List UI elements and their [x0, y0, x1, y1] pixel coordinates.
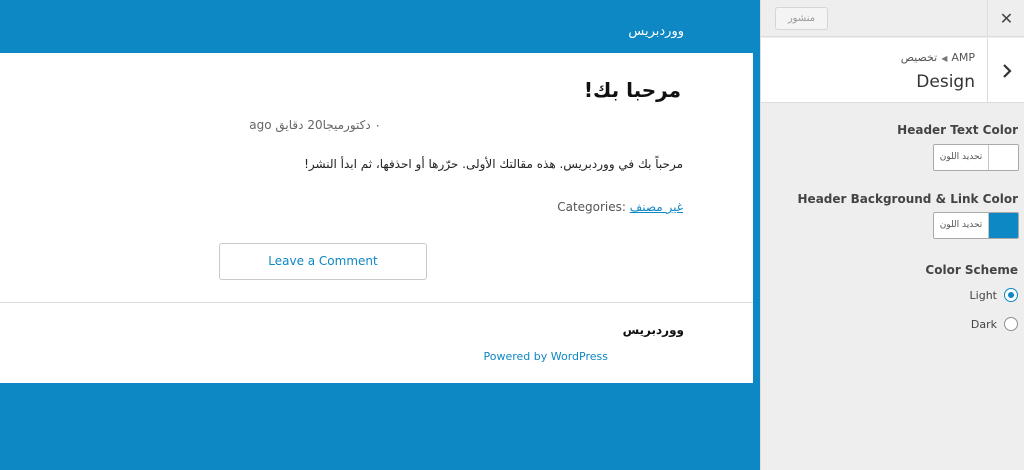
chevron-right-icon[interactable] — [987, 38, 1024, 103]
color-scheme-option-light[interactable]: Light — [970, 287, 1018, 303]
radio-label: Dark — [970, 317, 997, 331]
color-swatch — [989, 213, 1018, 238]
radio-button[interactable] — [1004, 288, 1018, 302]
header-text-color-label: Header Text Color — [897, 123, 1018, 137]
site-preview: ووردبريس مرحبا بك! ٠ دكتورميجا20 دقايق a… — [0, 0, 760, 470]
radio-button[interactable] — [1004, 317, 1018, 331]
header-bg-link-color-picker[interactable]: تحديد اللون — [933, 212, 1019, 239]
radio-label: Light — [969, 288, 997, 302]
breadcrumb-separator-icon: ◀ — [941, 54, 948, 63]
header-text-color-picker[interactable]: تحديد اللون — [933, 144, 1019, 171]
powered-by-link[interactable]: Powered by WordPress — [484, 350, 608, 364]
color-scheme-option-dark[interactable]: Dark — [971, 316, 1018, 332]
color-picker-label: تحديد اللون — [934, 213, 989, 238]
close-icon[interactable]: ✕ — [987, 0, 1024, 37]
customizer-header: منشور ✕ — [761, 0, 1024, 37]
color-scheme-label: Color Scheme — [925, 263, 1018, 277]
post-title[interactable]: مرحبا بك! — [584, 77, 681, 103]
publish-button[interactable]: منشور — [775, 7, 828, 30]
post-content: مرحباً بك في ووردبريس. هذه مقالتك الأولى… — [304, 157, 683, 171]
color-picker-label: تحديد اللون — [934, 145, 989, 170]
site-title-link[interactable]: ووردبريس — [628, 24, 684, 40]
breadcrumb-current: تخصيص — [900, 51, 938, 64]
section-header: تخصيص ◀ AMP Design — [761, 38, 1024, 103]
section-title: Design — [916, 72, 975, 92]
header-bg-link-color-label: Header Background & Link Color — [797, 192, 1018, 206]
post-meta: ٠ دكتورميجا20 دقايق ago — [249, 118, 381, 132]
breadcrumb: تخصيص ◀ AMP — [901, 51, 975, 66]
color-swatch — [989, 145, 1018, 170]
post-categories: Categories: غير مصنف — [557, 199, 683, 215]
categories-label: Categories: — [557, 200, 626, 214]
site-header: ووردبريس — [0, 0, 760, 53]
breadcrumb-parent: AMP — [951, 51, 975, 64]
post-card: مرحبا بك! ٠ دكتورميجا20 دقايق ago مرحباً… — [0, 53, 753, 383]
leave-comment-button[interactable]: Leave a Comment — [219, 243, 427, 280]
customizer-panel: منشور ✕ تخصيص ◀ AMP Design Header Text Col… — [760, 0, 1024, 470]
category-link[interactable]: غير مصنف — [630, 200, 683, 214]
footer-site-title[interactable]: ووردبريس — [623, 322, 684, 338]
content-divider — [0, 302, 753, 303]
